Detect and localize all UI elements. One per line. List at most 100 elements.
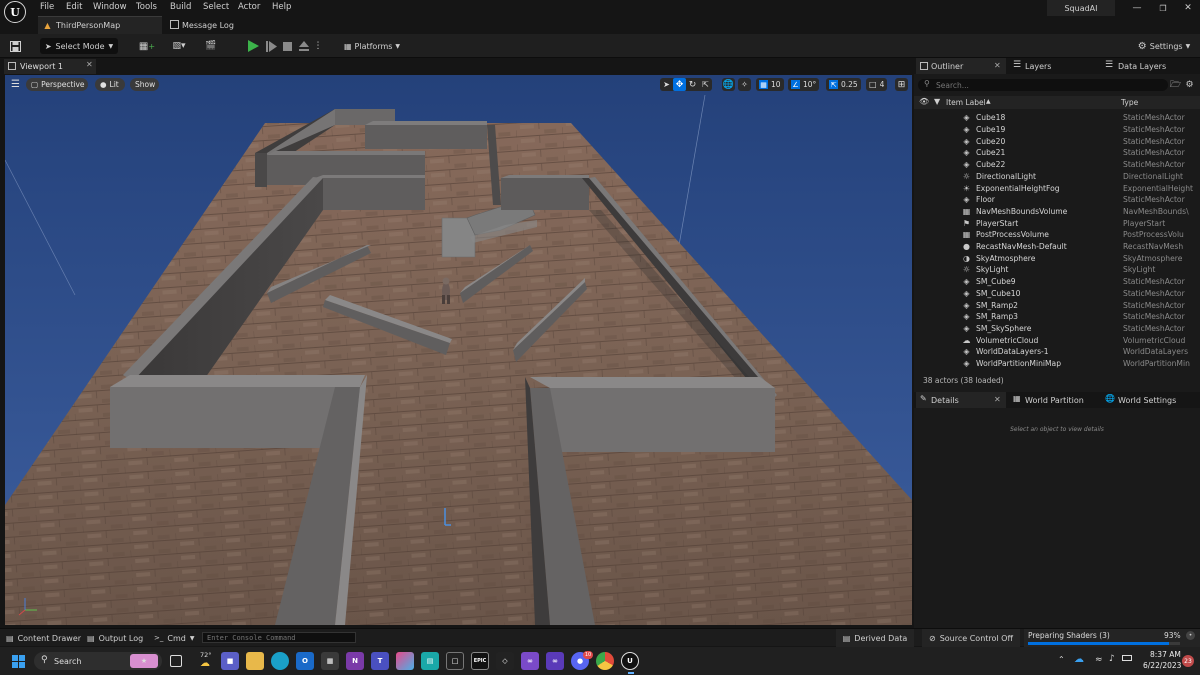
clock-time[interactable]: 8:37 AM <box>1150 650 1181 659</box>
step-icon[interactable] <box>264 38 278 54</box>
menu-file[interactable]: File <box>40 2 54 12</box>
chrome-icon[interactable] <box>596 652 614 670</box>
lit-button[interactable]: ● Lit <box>95 78 125 91</box>
scale-snap-toggle[interactable]: ⇱ 0.25 <box>826 78 861 91</box>
file-explorer-icon[interactable] <box>246 652 264 670</box>
menu-actor[interactable]: Actor <box>238 2 260 12</box>
visibility-icon[interactable]: 👁 <box>919 97 929 106</box>
outliner-row[interactable]: ⚑ PlayerStart PlayerStart <box>914 217 1200 229</box>
tab-layers[interactable]: ☰ Layers <box>1012 58 1092 74</box>
outliner-row[interactable]: ◈ SM_Ramp3 StaticMeshActor <box>914 311 1200 323</box>
world-local-icon[interactable]: 🌐 <box>722 78 735 91</box>
menu-help[interactable]: Help <box>272 2 291 12</box>
outliner-row[interactable]: ◈ Cube18 StaticMeshActor <box>914 112 1200 124</box>
tab-world-settings[interactable]: 🌐 World Settings <box>1104 392 1198 408</box>
unreal-taskbar-icon[interactable]: U <box>621 652 639 670</box>
outliner-row[interactable]: ☼ DirectionalLight DirectionalLight <box>914 171 1200 183</box>
wall-segment[interactable] <box>315 178 425 210</box>
terminal-icon[interactable]: □ <box>446 652 464 670</box>
outliner-row[interactable]: ◈ SM_Ramp2 StaticMeshActor <box>914 299 1200 311</box>
wifi-icon[interactable]: ≈ <box>1095 655 1103 665</box>
unreal-logo-icon[interactable]: U <box>4 1 26 23</box>
menu-build[interactable]: Build <box>170 2 191 12</box>
onedrive-icon[interactable]: ☁ <box>1074 654 1084 665</box>
level-viewport[interactable] <box>5 75 912 625</box>
pin-icon[interactable]: ▼ <box>934 97 940 106</box>
outliner-search-box[interactable]: ⚲ <box>918 79 1168 91</box>
maximize-icon[interactable]: ❐ <box>1157 2 1169 14</box>
outliner-row[interactable]: ◑ SkyAtmosphere SkyAtmosphere <box>914 252 1200 264</box>
grid-snap-toggle[interactable]: ▦ 10 <box>756 78 784 91</box>
show-button[interactable]: Show <box>130 78 159 91</box>
photos-icon[interactable] <box>396 652 414 670</box>
visual-studio-2-icon[interactable]: ∞ <box>546 652 564 670</box>
add-content-icon[interactable]: ▦ + <box>136 38 158 54</box>
tab-viewport-1[interactable]: Viewport 1 ✕ <box>4 59 96 74</box>
outliner-settings-icon[interactable]: ⚙ <box>1184 79 1195 90</box>
close-tab-icon[interactable]: ✕ <box>86 60 93 69</box>
outliner-row[interactable]: ☼ SkyLight SkyLight <box>914 264 1200 276</box>
app-icon[interactable]: ▤ <box>421 652 439 670</box>
menu-window[interactable]: Window <box>93 2 127 12</box>
settings-dropdown[interactable]: ⚙ Settings ▼ <box>1134 38 1194 54</box>
outliner-row[interactable]: ◈ SM_SkySphere StaticMeshActor <box>914 323 1200 335</box>
close-icon[interactable]: ✕ <box>1182 2 1194 14</box>
close-tab-icon[interactable]: ✕ <box>994 61 1001 70</box>
unity-icon[interactable]: ◇ <box>496 652 514 670</box>
search-input[interactable] <box>936 80 1136 90</box>
outliner-row[interactable]: ▦ NavMeshBoundsVolume NavMeshBounds\ <box>914 206 1200 218</box>
layout-icon[interactable]: ⊞ <box>895 78 908 91</box>
volume-icon[interactable]: ♪ <box>1109 654 1115 664</box>
blueprints-icon[interactable]: ▧▾ <box>168 38 190 54</box>
surface-snap-icon[interactable]: ✧ <box>738 78 751 91</box>
weather-widget[interactable]: ☁ 72° <box>196 651 220 671</box>
menu-edit[interactable]: Edit <box>66 2 82 12</box>
outliner-row[interactable]: ☀ ExponentialHeightFog ExponentialHeight <box>914 182 1200 194</box>
derived-data-button[interactable]: ▤ Derived Data <box>836 629 914 647</box>
stop-icon[interactable] <box>281 38 293 54</box>
save-icon[interactable] <box>8 38 22 54</box>
outliner-row[interactable]: ◈ Cube20 StaticMeshActor <box>914 135 1200 147</box>
visual-studio-icon[interactable]: ∞ <box>521 652 539 670</box>
wall-segment[interactable] <box>501 178 589 210</box>
play-options-icon[interactable]: ⋮ <box>314 38 323 54</box>
outliner-row[interactable]: ◈ SM_Cube10 StaticMeshActor <box>914 288 1200 300</box>
add-folder-icon[interactable]: 🗁 <box>1170 79 1181 90</box>
type-header[interactable]: Type <box>1121 98 1138 107</box>
menu-select[interactable]: Select <box>203 2 229 12</box>
content-drawer-button[interactable]: ▤ Content Drawer <box>6 629 81 647</box>
tab-world-partition[interactable]: ▦ World Partition <box>1012 392 1102 408</box>
epic-games-icon[interactable]: EPIC <box>471 652 489 670</box>
battery-icon[interactable] <box>1122 655 1132 661</box>
tab-third-person-map[interactable]: ▲ ThirdPersonMap <box>38 16 162 34</box>
store-icon[interactable]: ▦ <box>321 652 339 670</box>
wall-front-right[interactable] <box>550 388 775 452</box>
tab-data-layers[interactable]: ☰ Data Layers <box>1104 58 1198 74</box>
rotate-tool-icon[interactable]: ↻ <box>686 78 699 91</box>
source-control-button[interactable]: ⊘ Source Control Off <box>922 629 1020 647</box>
platforms-dropdown[interactable]: ▦ Platforms ▼ <box>340 38 404 54</box>
camera-speed-button[interactable]: □ 4 <box>866 78 888 91</box>
cinematics-icon[interactable]: 🎬 <box>200 38 222 54</box>
tab-outliner[interactable]: Outliner ✕ <box>916 58 1006 74</box>
taskbar-search-box[interactable]: ⚲ Search ★ <box>34 652 162 670</box>
outliner-row[interactable]: ◈ WorldDataLayers-1 WorldDataLayers <box>914 346 1200 358</box>
outliner-row[interactable]: ● RecastNavMesh-Default RecastNavMesh <box>914 241 1200 253</box>
item-label-header[interactable]: Item Label <box>946 98 986 107</box>
tab-details[interactable]: ✎ Details ✕ <box>916 392 1006 408</box>
cmd-dropdown[interactable]: >_ Cmd ▼ <box>154 629 194 647</box>
translate-tool-icon[interactable]: ✥ <box>673 78 686 91</box>
outliner-row[interactable]: ▦ PostProcessVolume PostProcessVolu <box>914 229 1200 241</box>
progress-dismiss-icon[interactable]: • <box>1186 631 1195 640</box>
menu-tools[interactable]: Tools <box>136 2 157 12</box>
tab-message-log[interactable]: Message Log <box>164 16 274 34</box>
outliner-row[interactable]: ◈ Floor StaticMeshActor <box>914 194 1200 206</box>
outliner-row[interactable]: ◈ Cube22 StaticMeshActor <box>914 159 1200 171</box>
minimize-icon[interactable]: — <box>1131 2 1143 14</box>
edge-icon[interactable] <box>271 652 289 670</box>
outliner-row[interactable]: ◈ WorldPartitionMiniMap WorldPartitionMin <box>914 358 1200 370</box>
scale-tool-icon[interactable]: ⇱ <box>699 78 712 91</box>
output-log-button[interactable]: ▤ Output Log <box>87 629 143 647</box>
outliner-row[interactable]: ◈ Cube21 StaticMeshActor <box>914 147 1200 159</box>
perspective-button[interactable]: ▢ Perspective <box>26 78 88 91</box>
